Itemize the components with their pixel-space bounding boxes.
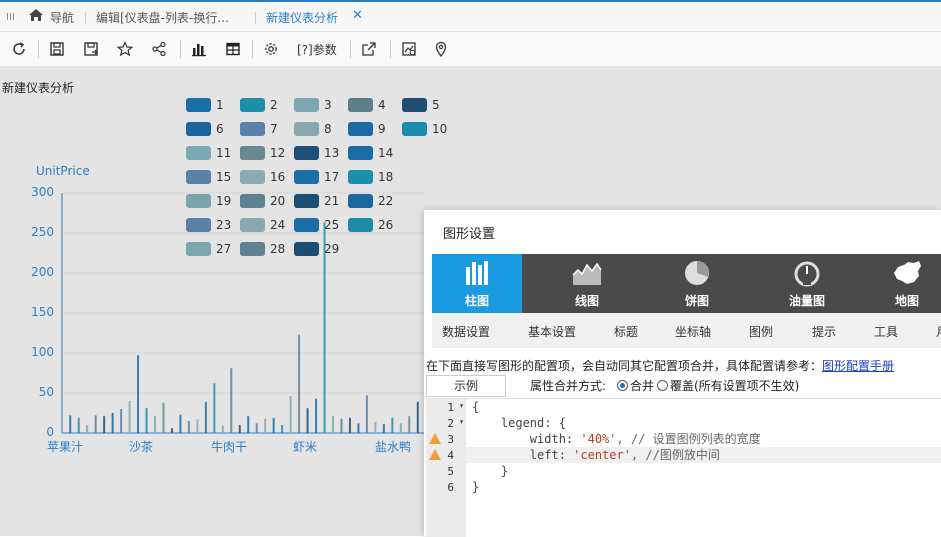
- chart-bar[interactable]: [374, 421, 377, 433]
- code-line: }: [472, 464, 509, 478]
- chart-bar[interactable]: [348, 417, 351, 433]
- chart-type-label: 油量图: [788, 294, 825, 308]
- subtab-tooltip[interactable]: 提示: [812, 323, 836, 340]
- gutter-line: 2 ▾: [447, 417, 464, 430]
- chart-bar[interactable]: [154, 416, 156, 433]
- gauge-icon: [794, 261, 820, 287]
- map-china-icon: [894, 261, 921, 284]
- code-line: legend: {: [472, 416, 566, 430]
- merge-radio[interactable]: 合并: [617, 377, 654, 394]
- gutter-line: 6: [447, 481, 454, 494]
- merge-mode-label: 属性合并方式:: [530, 379, 607, 393]
- subtab-basic-settings[interactable]: 基本设置: [528, 323, 576, 340]
- chart-bar[interactable]: [111, 413, 114, 433]
- subtab-more[interactable]: 月: [936, 323, 941, 340]
- pie-chart-icon: [685, 261, 709, 285]
- chart-bar[interactable]: [128, 401, 131, 433]
- chart-bar[interactable]: [340, 418, 343, 433]
- fold-arrow-icon: ▾: [459, 417, 464, 426]
- code-line: width: '40%', // 设置图例列表的宽度: [472, 432, 761, 446]
- subtab-tools[interactable]: 工具: [874, 323, 898, 340]
- chart-bar[interactable]: [289, 396, 292, 433]
- chart-type-gauge-option[interactable]: 油量图: [762, 254, 852, 313]
- gutter-line: 5: [447, 465, 454, 478]
- subtab-legend[interactable]: 图例: [749, 323, 773, 340]
- chart-bar[interactable]: [247, 416, 250, 433]
- settings-subtabs: 数据设置 基本设置 标题 坐标轴 图例 提示 工具 月: [432, 313, 941, 348]
- chart-bar[interactable]: [162, 402, 165, 433]
- chart-bar[interactable]: [357, 423, 360, 433]
- chart-settings-dialog: 图形设置 柱图 线图 饼图 油量图 地图 数据设置 基本设置 标题 坐标轴 图例…: [424, 210, 941, 537]
- chart-bar[interactable]: [69, 415, 72, 433]
- code-line: }: [472, 480, 480, 494]
- dialog-title: 图形设置: [443, 227, 496, 242]
- chart-type-label: 线图: [574, 294, 599, 308]
- code-line: {: [472, 400, 480, 414]
- chart-bar[interactable]: [365, 395, 368, 433]
- warning-icon: [429, 433, 441, 444]
- radio-unselected-icon: [657, 380, 668, 391]
- chart-bar[interactable]: [255, 423, 258, 433]
- chart-bar[interactable]: [221, 425, 224, 433]
- chart-bar[interactable]: [145, 408, 148, 433]
- chart-bar[interactable]: [298, 334, 301, 433]
- chart-bar[interactable]: [77, 417, 80, 433]
- chart-type-label: 柱图: [464, 294, 489, 308]
- config-manual-link[interactable]: 图形配置手册: [822, 359, 894, 373]
- gutter-line: 1 ▾: [447, 401, 464, 414]
- merge-radio-label: 合并: [630, 379, 655, 393]
- chart-bar[interactable]: [94, 415, 97, 433]
- chart-bar[interactable]: [170, 428, 173, 433]
- gutter-line: 3: [426, 431, 466, 447]
- editor-gutter: 1 ▾ 2 ▾ 3 4 5 6: [426, 399, 466, 537]
- radio-selected-icon: [617, 380, 628, 391]
- hint-text: 在下面直接写图形的配置项，会自动同其它配置项合并，具体配置请参考：: [426, 359, 823, 373]
- fold-arrow-icon: ▾: [459, 401, 464, 410]
- chart-type-line-option[interactable]: 线图: [542, 254, 632, 313]
- warning-icon: [429, 449, 441, 460]
- chart-bar[interactable]: [179, 414, 182, 433]
- chart-bar[interactable]: [120, 409, 123, 433]
- chart-bar[interactable]: [204, 401, 207, 433]
- chart-type-bar-option[interactable]: 柱图: [432, 254, 522, 313]
- subtab-title[interactable]: 标题: [614, 323, 638, 340]
- subtab-data-settings[interactable]: 数据设置: [442, 323, 490, 340]
- area-chart-icon: [572, 262, 602, 285]
- chart-bar[interactable]: [399, 423, 402, 433]
- chart-type-pie-option[interactable]: 饼图: [652, 254, 742, 313]
- chart-type-label: 饼图: [684, 294, 709, 308]
- example-button[interactable]: 示例: [426, 375, 506, 397]
- chart-bar[interactable]: [323, 222, 326, 433]
- config-hint: 在下面直接写图形的配置项，会自动同其它配置项合并，具体配置请参考：图形配置手册: [426, 357, 894, 374]
- chart-bar[interactable]: [230, 368, 233, 433]
- override-radio-label: 覆盖(所有设置项不生效): [670, 379, 800, 393]
- chart-bar[interactable]: [391, 417, 394, 433]
- chart-bar[interactable]: [238, 425, 241, 433]
- chart-bar[interactable]: [382, 424, 385, 433]
- gutter-line: 4: [426, 447, 466, 463]
- chart-bar[interactable]: [213, 383, 216, 433]
- chart-bar[interactable]: [416, 401, 419, 433]
- chart-type-label: 地图: [894, 294, 919, 308]
- chart-bar[interactable]: [137, 355, 140, 433]
- chart-bar[interactable]: [196, 419, 199, 433]
- chart-bar[interactable]: [306, 408, 309, 433]
- chart-bar[interactable]: [315, 398, 318, 433]
- bar-chart-icon: [466, 261, 488, 285]
- chart-type-map-option[interactable]: 地图: [872, 254, 941, 313]
- chart-bar[interactable]: [281, 425, 284, 433]
- chart-bar[interactable]: [103, 416, 106, 433]
- chart-bar[interactable]: [272, 417, 275, 433]
- code-line-active: left: 'center', //图例放中间: [466, 447, 941, 463]
- code-editor[interactable]: 1 ▾ 2 ▾ 3 4 5 6 { legend: { width: '40%', …: [426, 398, 941, 537]
- chart-type-bar: 柱图 线图 饼图 油量图 地图: [432, 254, 941, 313]
- chart-bar[interactable]: [86, 425, 89, 433]
- chart-bar[interactable]: [332, 416, 334, 433]
- chart-bar[interactable]: [264, 418, 267, 433]
- subtab-axis[interactable]: 坐标轴: [675, 323, 711, 340]
- override-radio[interactable]: 覆盖(所有设置项不生效): [657, 377, 799, 394]
- chart-bar[interactable]: [408, 416, 411, 433]
- chart-bar[interactable]: [187, 421, 190, 433]
